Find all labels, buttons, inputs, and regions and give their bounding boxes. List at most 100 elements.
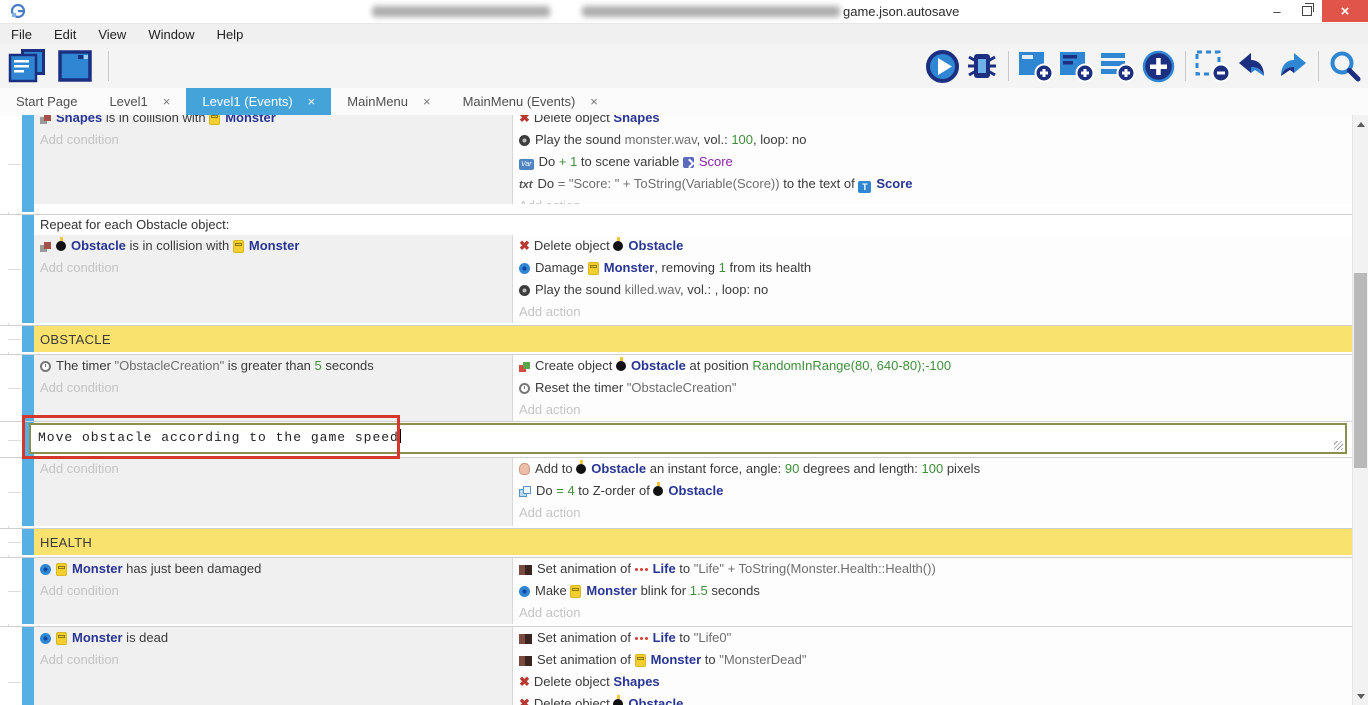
event-row[interactable]: Add conditionAdd to Obstacle an instant …: [0, 457, 1352, 526]
event-selection-bar[interactable]: [22, 215, 34, 323]
menu-item-window[interactable]: Window: [137, 27, 205, 42]
event-row[interactable]: Monster is deadAdd conditionSet animatio…: [0, 626, 1352, 705]
event-instruction[interactable]: ✖Delete object Obstacle: [513, 235, 1352, 257]
actions-cell[interactable]: ✖Delete object ObstacleDamage Monster, r…: [513, 235, 1352, 323]
event-instruction[interactable]: ✖Delete object Shapes: [513, 671, 1352, 693]
event-instruction[interactable]: VarDo + 1 to scene variable Score: [513, 151, 1352, 173]
group-header[interactable]: OBSTACLE: [34, 326, 1352, 352]
conditions-cell[interactable]: Add condition: [34, 458, 513, 526]
event-instruction[interactable]: Set animation of Life to "Life" + ToStri…: [513, 558, 1352, 580]
event-instruction[interactable]: Damage Monster, removing 1 from its heal…: [513, 257, 1352, 279]
event-instruction[interactable]: ✖Delete object Shapes: [513, 115, 1352, 129]
add-condition-button[interactable]: Add condition: [34, 580, 512, 602]
add-condition-button[interactable]: Add condition: [34, 129, 512, 151]
minimize-button[interactable]: –: [1262, 0, 1292, 22]
event-instruction[interactable]: Add to Obstacle an instant force, angle:…: [513, 458, 1352, 480]
add-action-button[interactable]: Add action: [513, 195, 1352, 204]
tab-mainmenu[interactable]: MainMenu×: [331, 88, 446, 115]
tab-close-icon[interactable]: ×: [590, 94, 598, 109]
search-button[interactable]: [1328, 49, 1362, 83]
event-row[interactable]: The timer "ObstacleCreation" is greater …: [0, 354, 1352, 421]
event-instruction[interactable]: Monster is dead: [34, 627, 512, 649]
undo-button[interactable]: [1236, 50, 1270, 82]
event-instruction[interactable]: Set animation of Life to "Life0": [513, 627, 1352, 649]
menu-item-edit[interactable]: Edit: [43, 27, 87, 42]
group-event[interactable]: HEALTH: [0, 528, 1352, 555]
tab-level1-events-[interactable]: Level1 (Events)×: [186, 88, 331, 115]
add-condition-button[interactable]: Add condition: [34, 257, 512, 279]
add-event-button[interactable]: [1018, 49, 1054, 83]
conditions-cell[interactable]: Monster is deadAdd condition: [34, 627, 513, 705]
event-selection-bar[interactable]: [22, 355, 34, 421]
actions-cell[interactable]: Add to Obstacle an instant force, angle:…: [513, 458, 1352, 526]
comment-input[interactable]: Move obstacle according to the game spee…: [29, 423, 1347, 454]
conditions-cell[interactable]: The timer "ObstacleCreation" is greater …: [34, 355, 513, 421]
tab-mainmenu-events-[interactable]: MainMenu (Events)×: [447, 88, 614, 115]
resize-handle[interactable]: [1334, 441, 1343, 450]
add-condition-button[interactable]: Add condition: [34, 458, 512, 480]
conditions-cell[interactable]: Obstacle is in collision with MonsterAdd…: [34, 235, 513, 323]
add-condition-button[interactable]: Add condition: [34, 377, 512, 399]
event-instruction[interactable]: Play the sound killed.wav, vol.: , loop:…: [513, 279, 1352, 301]
add-action-button[interactable]: Add action: [513, 602, 1352, 624]
menu-item-view[interactable]: View: [87, 27, 137, 42]
add-action-button[interactable]: Add action: [513, 399, 1352, 421]
tab-level1[interactable]: Level1×: [93, 88, 186, 115]
restore-button[interactable]: [1292, 0, 1322, 22]
scrollbar-down-button[interactable]: [1353, 689, 1368, 703]
event-row[interactable]: Repeat for each Obstacle object:Obstacle…: [0, 214, 1352, 323]
actions-cell[interactable]: Set animation of Life to "Life" + ToStri…: [513, 558, 1352, 624]
close-button[interactable]: ×: [1322, 0, 1368, 22]
event-row[interactable]: Shapes is in collision with MonsterAdd c…: [0, 115, 1352, 212]
group-header[interactable]: HEALTH: [34, 529, 1352, 555]
tab-close-icon[interactable]: ×: [423, 94, 431, 109]
scrollbar-up-button[interactable]: [1353, 117, 1368, 131]
add-action-button[interactable]: Add action: [513, 301, 1352, 323]
repeat-event-header[interactable]: Repeat for each Obstacle object:: [34, 215, 1352, 235]
event-instruction[interactable]: Make Monster blink for 1.5 seconds: [513, 580, 1352, 602]
conditions-cell[interactable]: Shapes is in collision with MonsterAdd c…: [34, 115, 513, 204]
project-manager-button[interactable]: [8, 48, 48, 84]
event-instruction[interactable]: Create object Obstacle at position Rando…: [513, 355, 1352, 377]
add-action-button[interactable]: Add action: [513, 502, 1352, 524]
tab-close-icon[interactable]: ×: [308, 94, 316, 109]
debug-button[interactable]: [965, 49, 999, 83]
menu-item-file[interactable]: File: [0, 27, 43, 42]
add-subevent-button[interactable]: [1059, 49, 1095, 83]
group-event[interactable]: OBSTACLE: [0, 325, 1352, 352]
scrollbar-thumb[interactable]: [1354, 273, 1367, 468]
event-instruction[interactable]: Play the sound monster.wav, vol.: 100, l…: [513, 129, 1352, 151]
actions-cell[interactable]: Create object Obstacle at position Rando…: [513, 355, 1352, 421]
tab-start-page[interactable]: Start Page: [0, 88, 93, 115]
tab-close-icon[interactable]: ×: [163, 94, 171, 109]
event-selection-bar[interactable]: [22, 115, 34, 212]
event-instruction[interactable]: Do = 4 to Z-order of Obstacle: [513, 480, 1352, 502]
event-row[interactable]: Monster has just been damagedAdd conditi…: [0, 557, 1352, 624]
remove-event-button[interactable]: [1195, 49, 1231, 83]
event-selection-bar[interactable]: [22, 326, 34, 352]
comment-event[interactable]: Move obstacle according to the game spee…: [0, 421, 1352, 457]
event-instruction[interactable]: ✖Delete object Obstacle: [513, 693, 1352, 705]
event-instruction[interactable]: txtDo = "Score: " + ToString(Variable(Sc…: [513, 173, 1352, 195]
event-selection-bar[interactable]: [22, 627, 34, 705]
menu-item-help[interactable]: Help: [206, 27, 255, 42]
event-instruction[interactable]: Reset the timer "ObstacleCreation": [513, 377, 1352, 399]
event-instruction[interactable]: Obstacle is in collision with Monster: [34, 235, 512, 257]
actions-cell[interactable]: Set animation of Life to "Life0"Set anim…: [513, 627, 1352, 705]
event-instruction[interactable]: The timer "ObstacleCreation" is greater …: [34, 355, 512, 377]
scene-editor-button[interactable]: [58, 48, 94, 84]
conditions-cell[interactable]: Monster has just been damagedAdd conditi…: [34, 558, 513, 624]
event-selection-bar[interactable]: [22, 529, 34, 555]
play-button[interactable]: [925, 49, 960, 84]
event-instruction[interactable]: Set animation of Monster to "MonsterDead…: [513, 649, 1352, 671]
event-instruction[interactable]: Monster has just been damaged: [34, 558, 512, 580]
add-circle-button[interactable]: [1141, 49, 1176, 84]
add-condition-button[interactable]: Add condition: [34, 649, 512, 671]
event-selection-bar[interactable]: [22, 558, 34, 624]
add-comment-button[interactable]: [1100, 49, 1136, 83]
event-selection-bar[interactable]: [22, 458, 34, 526]
event-instruction[interactable]: Shapes is in collision with Monster: [34, 115, 512, 129]
actions-cell[interactable]: ✖Delete object ShapesPlay the sound mons…: [513, 115, 1352, 204]
redo-button[interactable]: [1275, 50, 1309, 82]
vertical-scrollbar[interactable]: [1352, 115, 1368, 705]
